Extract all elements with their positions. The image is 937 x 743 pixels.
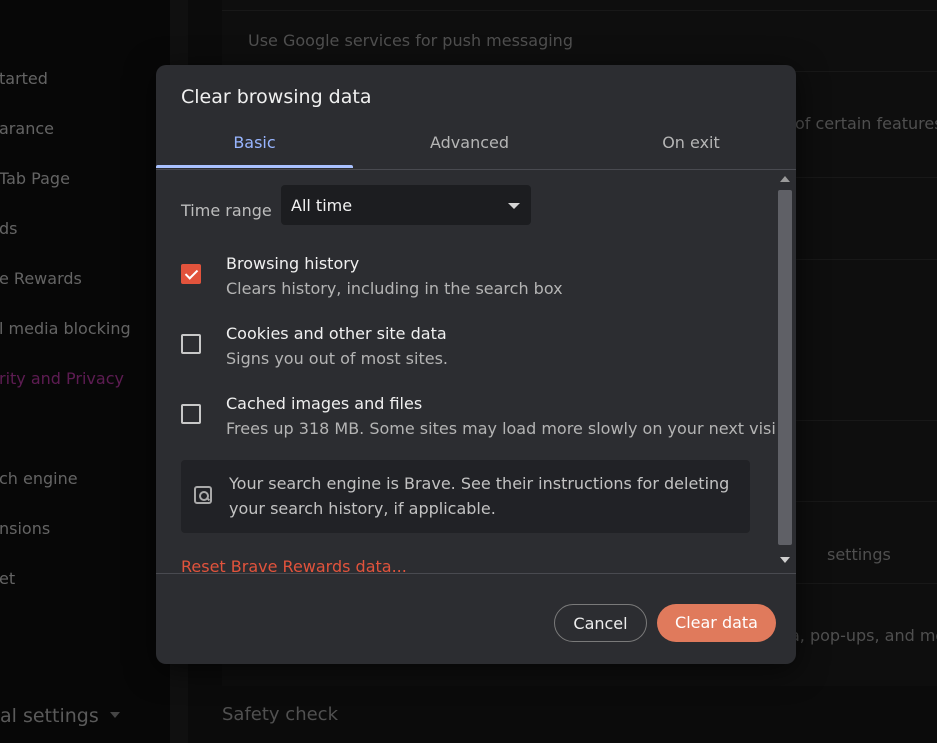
cookies-title: Cookies and other site data bbox=[226, 324, 447, 343]
scroll-thumb[interactable] bbox=[778, 190, 792, 545]
time-range-value: All time bbox=[291, 196, 353, 215]
scroll-down-arrow-icon[interactable] bbox=[780, 557, 790, 563]
dialog-content: Time range All time Browsing history Cle… bbox=[156, 170, 776, 573]
tab-advanced[interactable]: Advanced bbox=[373, 125, 566, 169]
cancel-button[interactable]: Cancel bbox=[554, 604, 647, 642]
dropdown-arrow-icon bbox=[508, 203, 520, 209]
clear-browsing-data-dialog: Clear browsing data Basic Advanced On ex… bbox=[156, 65, 796, 664]
time-range-label: Time range bbox=[181, 201, 272, 220]
browsing-history-desc: Clears history, including in the search … bbox=[226, 279, 563, 298]
search-engine-info: Your search engine is Brave. See their i… bbox=[181, 460, 750, 533]
dialog-title: Clear browsing data bbox=[181, 86, 372, 108]
reset-rewards-link[interactable]: Reset Brave Rewards data... bbox=[181, 557, 407, 573]
tab-basic[interactable]: Basic bbox=[156, 125, 353, 169]
cached-files-checkbox[interactable] bbox=[181, 404, 201, 424]
clear-data-button[interactable]: Clear data bbox=[657, 604, 776, 642]
cached-files-title: Cached images and files bbox=[226, 394, 423, 413]
dialog-tabs: Basic Advanced On exit bbox=[156, 125, 796, 170]
content-scrollbar[interactable] bbox=[776, 170, 794, 573]
time-range-select[interactable]: All time bbox=[281, 185, 531, 225]
cookies-option[interactable]: Cookies and other site data Signs you ou… bbox=[156, 324, 776, 384]
cookies-desc: Signs you out of most sites. bbox=[226, 349, 448, 368]
browsing-history-checkbox[interactable] bbox=[181, 264, 201, 284]
cookies-checkbox[interactable] bbox=[181, 334, 201, 354]
active-tab-indicator bbox=[156, 165, 353, 168]
browsing-history-option[interactable]: Browsing history Clears history, includi… bbox=[156, 254, 776, 314]
cached-files-option[interactable]: Cached images and files Frees up 318 MB.… bbox=[156, 394, 776, 454]
tab-on-exit[interactable]: On exit bbox=[596, 125, 786, 169]
cached-files-desc: Frees up 318 MB. Some sites may load mor… bbox=[226, 419, 776, 438]
footer-divider bbox=[156, 573, 796, 574]
search-history-icon bbox=[194, 486, 212, 504]
browsing-history-title: Browsing history bbox=[226, 254, 360, 273]
search-engine-info-text: Your search engine is Brave. See their i… bbox=[229, 474, 730, 518]
scroll-up-arrow-icon[interactable] bbox=[780, 176, 790, 182]
